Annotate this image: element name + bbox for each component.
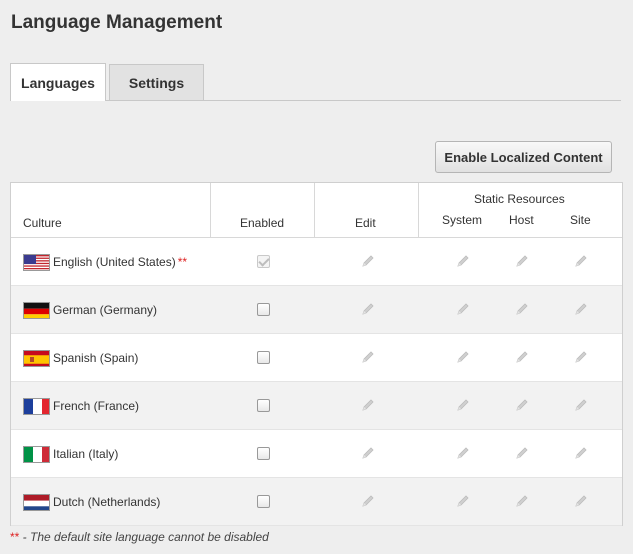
flag-fr-icon (23, 398, 50, 415)
culture-label: French (France) (53, 399, 140, 413)
flag-nl-icon (23, 494, 50, 511)
footnote-text: - The default site language cannot be di… (19, 530, 269, 544)
site-pencil-icon[interactable] (574, 302, 588, 316)
enabled-checkbox[interactable] (257, 399, 270, 412)
table-row: German (Germany) (11, 286, 622, 334)
table-row: Dutch (Netherlands) (11, 478, 622, 526)
edit-pencil-icon[interactable] (361, 254, 375, 268)
culture-label: Dutch (Netherlands) (53, 495, 161, 509)
culture-name: French (France) (53, 399, 139, 413)
flag-it-icon (23, 446, 50, 463)
edit-pencil-icon[interactable] (361, 494, 375, 508)
header-system-label: System (442, 213, 483, 227)
table-row: English (United States) ** (11, 238, 622, 286)
system-pencil-icon[interactable] (456, 446, 470, 460)
enabled-checkbox[interactable] (257, 303, 270, 316)
system-pencil-icon[interactable] (456, 302, 470, 316)
table-row: French (France) (11, 382, 622, 430)
edit-pencil-icon[interactable] (361, 350, 375, 364)
site-pencil-icon[interactable] (574, 446, 588, 460)
edit-pencil-icon[interactable] (361, 398, 375, 412)
site-pencil-icon[interactable] (574, 398, 588, 412)
enabled-checkbox[interactable] (257, 447, 270, 460)
flag-de-icon (23, 302, 50, 319)
header-enabled-label: Enabled (240, 216, 285, 230)
grid-header: Culture Enabled Edit Static Resources Sy… (11, 183, 622, 238)
header-site-label: Site (570, 213, 591, 227)
header-static-resources: Static Resources System Host Site (419, 183, 622, 237)
enabled-checkbox[interactable] (257, 495, 270, 508)
header-host-label: Host (509, 213, 534, 227)
default-language-marker: ** (177, 255, 188, 269)
tab-bar: Languages Settings (10, 63, 621, 101)
flag-es-icon (23, 350, 50, 367)
site-pencil-icon[interactable] (574, 350, 588, 364)
host-pencil-icon[interactable] (515, 446, 529, 460)
edit-pencil-icon[interactable] (361, 446, 375, 460)
page-title: Language Management (11, 12, 223, 33)
flag-us-icon (23, 254, 50, 271)
system-pencil-icon[interactable] (456, 254, 470, 268)
table-row: Italian (Italy) (11, 430, 622, 478)
host-pencil-icon[interactable] (515, 494, 529, 508)
culture-name: Italian (Italy) (53, 447, 118, 461)
site-pencil-icon[interactable] (574, 254, 588, 268)
culture-label: Italian (Italy) (53, 447, 119, 461)
host-pencil-icon[interactable] (515, 398, 529, 412)
edit-pencil-icon[interactable] (361, 302, 375, 316)
tab-settings[interactable]: Settings (109, 64, 204, 100)
languages-grid: Culture Enabled Edit Static Resources Sy… (10, 182, 623, 526)
culture-name: Spanish (Spain) (53, 351, 138, 365)
culture-label: Spanish (Spain) (53, 351, 139, 365)
header-enabled: Enabled (211, 183, 314, 237)
culture-label: German (Germany) (53, 303, 158, 317)
culture-name: Dutch (Netherlands) (53, 495, 160, 509)
system-pencil-icon[interactable] (456, 398, 470, 412)
culture-label: English (United States) (53, 255, 176, 269)
header-culture-label: Culture (23, 216, 62, 230)
tab-languages[interactable]: Languages (10, 63, 106, 101)
enable-localized-content-button[interactable]: Enable Localized Content (435, 141, 612, 173)
header-static-resources-label: Static Resources (474, 192, 565, 206)
enabled-checkbox[interactable] (257, 351, 270, 364)
system-pencil-icon[interactable] (456, 350, 470, 364)
footnote: ** - The default site language cannot be… (10, 530, 269, 544)
footnote-marker: ** (10, 530, 20, 544)
culture-name: German (Germany) (53, 303, 157, 317)
culture-name: English (United States) ** (53, 255, 187, 269)
header-culture: Culture (11, 183, 210, 237)
enabled-checkbox (257, 255, 270, 268)
site-pencil-icon[interactable] (574, 494, 588, 508)
host-pencil-icon[interactable] (515, 350, 529, 364)
header-edit: Edit (315, 183, 418, 237)
system-pencil-icon[interactable] (456, 494, 470, 508)
header-edit-label: Edit (355, 216, 376, 230)
table-row: Spanish (Spain) (11, 334, 622, 382)
host-pencil-icon[interactable] (515, 254, 529, 268)
host-pencil-icon[interactable] (515, 302, 529, 316)
